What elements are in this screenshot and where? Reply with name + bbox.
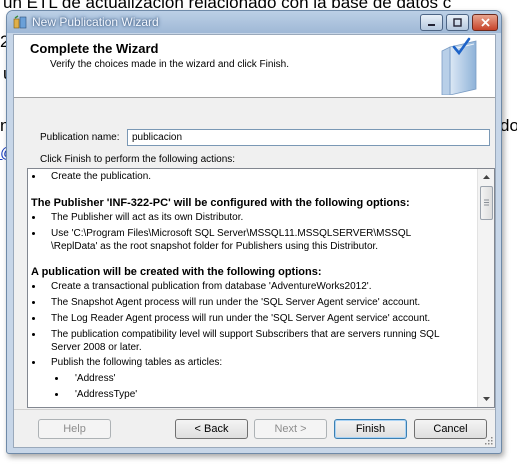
actions-list[interactable]: Create the publication. The Publisher 'I… <box>27 168 495 408</box>
action-item: Publish the following tables as articles… <box>51 357 223 368</box>
scroll-up-button[interactable] <box>478 169 494 185</box>
action-item: The Log Reader Agent process will run un… <box>51 313 431 324</box>
page-title: Complete the Wizard <box>30 41 159 56</box>
finish-button[interactable]: Finish <box>334 419 407 439</box>
close-icon <box>480 18 490 27</box>
maximize-button[interactable] <box>446 14 469 31</box>
back-button[interactable]: < Back <box>175 419 248 439</box>
bullet <box>32 175 35 178</box>
bullet <box>32 232 35 235</box>
chevron-down-icon <box>482 397 490 401</box>
grip-lines-icon <box>484 199 489 206</box>
action-item: Create the publication. <box>51 171 152 182</box>
publication-name-input[interactable] <box>127 129 490 146</box>
publication-heading: A publication will be created with the f… <box>31 266 322 278</box>
scroll-down-button[interactable] <box>478 391 494 407</box>
maximize-icon <box>453 18 462 27</box>
page-subtitle: Verify the choices made in the wizard an… <box>50 59 289 70</box>
bullet <box>32 301 35 304</box>
wizard-app-icon <box>13 15 27 29</box>
bullet <box>32 285 35 288</box>
scrollbar-thumb[interactable] <box>480 186 493 220</box>
background-fragment-do: do <box>500 116 517 135</box>
minimize-icon <box>428 24 435 26</box>
table-article-item: 'Address' <box>75 373 116 384</box>
cancel-button[interactable]: Cancel <box>414 419 487 439</box>
minimize-button[interactable] <box>420 14 443 31</box>
action-item: The Publisher will act as its own Distri… <box>51 212 244 223</box>
action-item: The Snapshot Agent process will run unde… <box>51 297 421 308</box>
help-button[interactable]: Help <box>38 419 111 439</box>
action-item-continued: \ReplData' as the root snapshot folder f… <box>51 241 379 252</box>
publication-wizard-window: New Publication Wizard Complete the Wiza… <box>6 10 502 454</box>
close-button[interactable] <box>472 14 498 31</box>
publication-name-label: Publication name: <box>40 132 120 143</box>
wizard-book-icon <box>441 37 477 95</box>
footer-divider <box>14 409 495 410</box>
bullet <box>32 361 35 364</box>
bullet <box>32 333 35 336</box>
action-item: The publication compatibility level will… <box>51 329 440 340</box>
wizard-client-area: Complete the Wizard Verify the choices m… <box>13 34 496 448</box>
title-bar[interactable]: New Publication Wizard <box>7 11 501 33</box>
action-item: Use 'C:\Program Files\Microsoft SQL Serv… <box>51 228 412 239</box>
table-article-item: 'AddressType' <box>75 389 138 400</box>
actions-content: Create the publication. The Publisher 'I… <box>28 169 476 407</box>
bullet <box>32 317 35 320</box>
action-item: Create a transactional publication from … <box>51 281 372 292</box>
vertical-scrollbar[interactable] <box>477 169 494 407</box>
next-button[interactable]: Next > <box>254 419 327 439</box>
resize-grip-icon[interactable] <box>483 435 493 445</box>
publisher-heading: The Publisher 'INF-322-PC' will be confi… <box>31 197 410 209</box>
actions-label: Click Finish to perform the following ac… <box>40 154 236 165</box>
bullet <box>32 216 35 219</box>
bullet <box>55 393 58 396</box>
chevron-up-icon <box>482 175 490 179</box>
action-item-continued: Server 2008 or later. <box>51 342 142 353</box>
wizard-header: Complete the Wizard Verify the choices m… <box>14 35 495 98</box>
window-title: New Publication Wizard <box>32 15 159 29</box>
bullet <box>55 377 58 380</box>
